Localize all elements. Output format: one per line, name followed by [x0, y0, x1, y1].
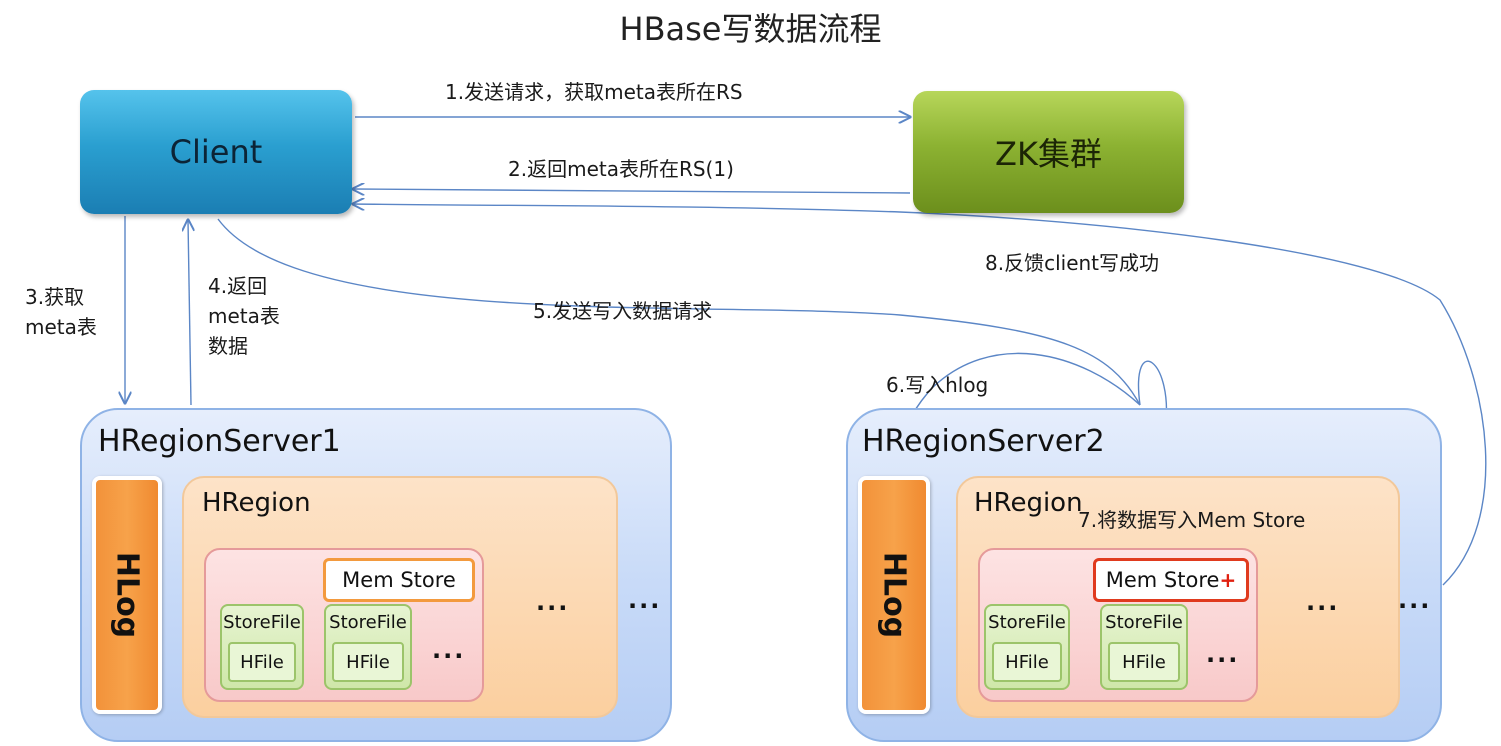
hfile-1b: HFile — [332, 642, 404, 682]
memstore-2-label: Mem Store — [1105, 568, 1220, 592]
hlog-1-label: HLog — [109, 551, 145, 639]
region-server-2-more: ... — [1398, 586, 1432, 614]
storefile-1a: StoreFile HFile — [220, 604, 304, 690]
memstore-2: Mem Store + — [1093, 558, 1249, 602]
plus-icon: + — [1219, 568, 1237, 592]
storefile-2a-label: StoreFile — [988, 612, 1066, 633]
step4-label: 4.返回 meta表 数据 — [208, 271, 280, 361]
storefile-2a: StoreFile HFile — [984, 604, 1070, 690]
hregion-1-title: HRegion — [202, 488, 311, 518]
region-server-2-title: HRegionServer2 — [862, 424, 1105, 459]
region-server-1-more: ... — [628, 586, 662, 614]
region-server-2: HRegionServer2 HLog HRegion Mem Store + … — [846, 408, 1442, 742]
step7-label: 7.将数据写入Mem Store — [1078, 508, 1306, 532]
arrow-step2 — [353, 189, 911, 193]
step6-label: 6.写入hlog — [886, 373, 989, 397]
store-1: Mem Store StoreFile HFile StoreFile HFil… — [204, 548, 484, 702]
hregion-1: HRegion Mem Store StoreFile HFile StoreF… — [182, 476, 618, 718]
hregion-1-more: ... — [536, 588, 570, 616]
arrow-step4 — [188, 220, 191, 406]
storefile-1b: StoreFile HFile — [324, 604, 412, 690]
step3-label-line2: meta表 — [25, 315, 97, 339]
hfile-2a: HFile — [992, 642, 1062, 682]
step4-label-line1: 4.返回 — [208, 274, 268, 298]
store-2-more: ... — [1206, 640, 1240, 668]
client-node: Client — [80, 90, 352, 214]
step8-label: 8.反馈client写成功 — [985, 251, 1160, 275]
storefile-2b: StoreFile HFile — [1100, 604, 1188, 690]
zk-cluster-node: ZK集群 — [913, 91, 1184, 213]
step5-label: 5.发送写入数据请求 — [533, 299, 713, 323]
hlog-1: HLog — [92, 476, 162, 714]
store-2: Mem Store + StoreFile HFile StoreFile HF… — [978, 548, 1258, 702]
storefile-2b-label: StoreFile — [1105, 612, 1183, 633]
hfile-1a: HFile — [228, 642, 296, 682]
storefile-1b-label: StoreFile — [329, 612, 407, 633]
step2-label: 2.返回meta表所在RS(1) — [508, 157, 734, 181]
region-server-1: HRegionServer1 HLog HRegion Mem Store St… — [80, 408, 672, 742]
step1-label: 1.发送请求，获取meta表所在RS — [445, 80, 743, 104]
step3-label: 3.获取 meta表 — [25, 282, 97, 342]
step3-label-line1: 3.获取 — [25, 285, 85, 309]
store-1-more: ... — [432, 636, 466, 664]
hregion-2-more: ... — [1306, 588, 1340, 616]
hlog-2-label: HLog — [876, 551, 912, 639]
step4-label-line3: 数据 — [208, 334, 248, 358]
memstore-1: Mem Store — [323, 558, 475, 602]
hregion-2-title: HRegion — [974, 488, 1083, 518]
region-server-1-title: HRegionServer1 — [98, 424, 341, 459]
storefile-1a-label: StoreFile — [223, 612, 301, 633]
hlog-2: HLog — [858, 476, 930, 714]
hfile-2b: HFile — [1108, 642, 1180, 682]
step4-label-line2: meta表 — [208, 304, 280, 328]
